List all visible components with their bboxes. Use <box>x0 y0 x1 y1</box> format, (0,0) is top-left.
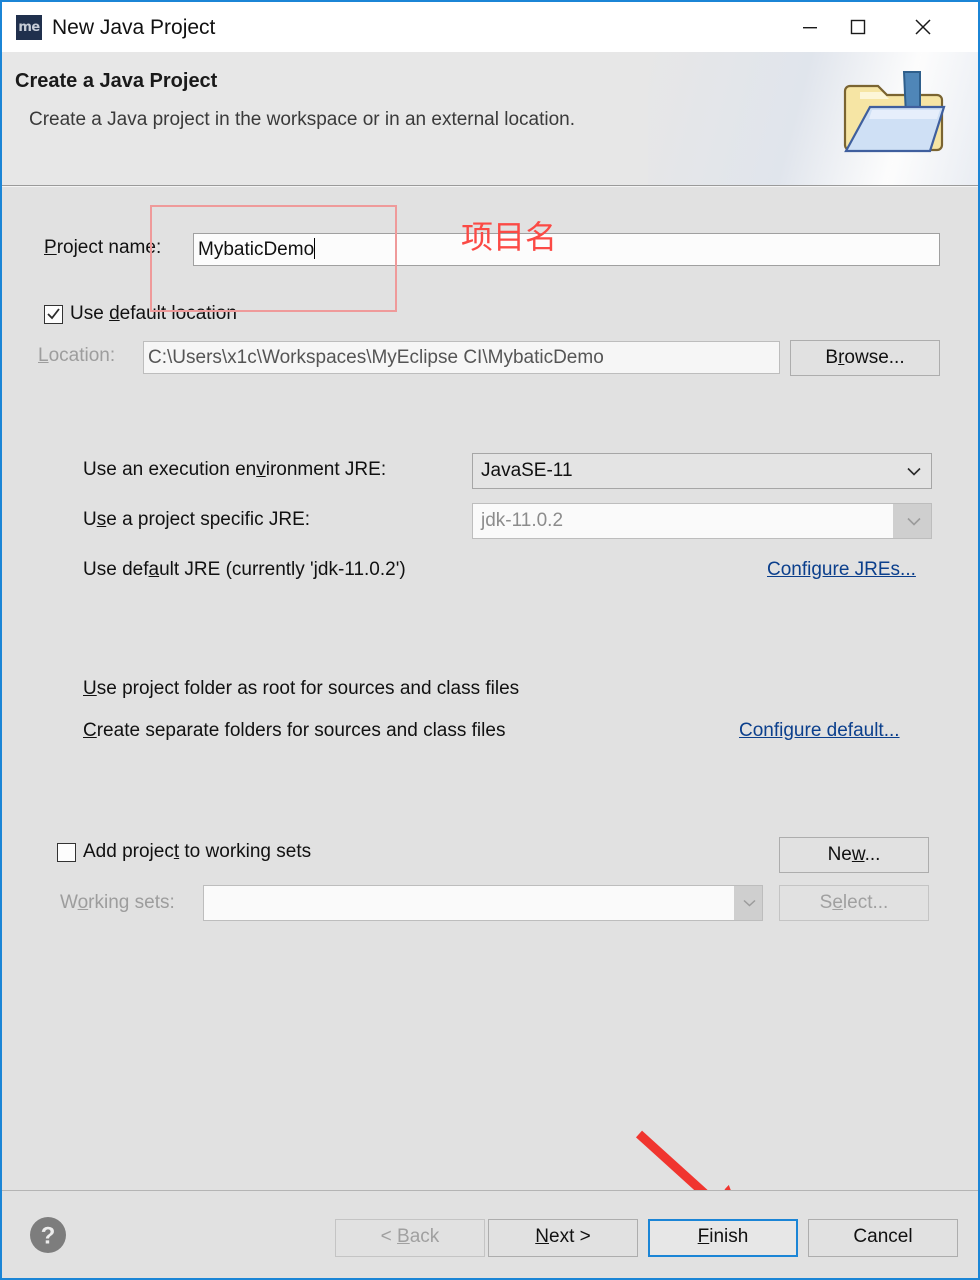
dialog-body: Project name: MybaticDemo Use default lo… <box>2 187 978 1190</box>
project-name-input[interactable]: MybaticDemo <box>193 233 940 266</box>
new-java-project-dialog: me New Java Project Create a Java Projec… <box>0 0 980 1280</box>
add-project-to-working-sets-checkbox[interactable] <box>57 843 76 862</box>
wizard-header: Create a Java Project Create a Java proj… <box>2 52 978 185</box>
project-name-label: Project name: <box>44 237 162 258</box>
minimize-button[interactable] <box>786 2 834 52</box>
window-title: New Java Project <box>52 16 216 39</box>
project-name-annotation-text: 项目名 <box>461 218 558 256</box>
close-icon <box>915 19 931 35</box>
close-button[interactable] <box>892 2 954 52</box>
maximize-button[interactable] <box>834 2 882 52</box>
maximize-icon <box>850 19 866 35</box>
new-working-set-button[interactable]: New... <box>779 837 929 873</box>
select-working-set-button[interactable]: Select... <box>779 885 929 921</box>
use-default-location-checkbox[interactable] <box>44 305 63 324</box>
back-button[interactable]: < Back <box>335 1219 485 1257</box>
title-bar: me New Java Project <box>2 2 978 52</box>
footer-divider <box>2 1190 978 1191</box>
next-button[interactable]: Next > <box>488 1219 638 1257</box>
page-title: Create a Java Project <box>15 70 218 92</box>
location-label: Location: <box>38 345 116 366</box>
svg-text:?: ? <box>41 1223 56 1250</box>
add-project-to-working-sets-label: Add project to working sets <box>83 841 312 862</box>
working-sets-combo[interactable] <box>203 885 763 921</box>
chevron-down-icon <box>743 886 756 920</box>
use-default-location-label: Use default location <box>70 303 237 324</box>
help-icon: ? <box>30 1217 66 1253</box>
help-button[interactable]: ? <box>29 1216 67 1259</box>
checkmark-icon <box>47 308 60 320</box>
chevron-down-icon <box>907 454 921 488</box>
app-icon: me <box>16 15 42 40</box>
working-sets-label: Working sets: <box>60 892 175 913</box>
default-jre-label: Use default JRE (currently 'jdk-11.0.2') <box>83 559 406 580</box>
location-input[interactable]: C:\Users\x1c\Workspaces\MyEclipse CI\Myb… <box>143 341 780 374</box>
execution-env-jre-label: Use an execution environment JRE: <box>83 459 387 480</box>
execution-env-jre-combo[interactable]: JavaSE-11 <box>472 453 932 489</box>
browse-button[interactable]: Browse... <box>790 340 940 376</box>
execution-env-jre-value: JavaSE-11 <box>481 460 573 481</box>
project-specific-jre-combo[interactable]: jdk-11.0.2 <box>472 503 932 539</box>
text-caret <box>314 238 316 259</box>
configure-jres-link[interactable]: Configure JREs... <box>767 559 916 581</box>
minimize-icon <box>803 27 817 29</box>
cancel-button[interactable]: Cancel <box>808 1219 958 1257</box>
project-specific-jre-label: Use a project specific JRE: <box>83 509 311 530</box>
project-name-value: MybaticDemo <box>198 239 315 260</box>
separate-folders-label: Create separate folders for sources and … <box>83 720 506 741</box>
finish-button[interactable]: Finish <box>648 1219 798 1257</box>
configure-default-link[interactable]: Configure default... <box>739 720 900 742</box>
project-specific-jre-value: jdk-11.0.2 <box>481 510 564 531</box>
page-subtitle: Create a Java project in the workspace o… <box>29 109 576 130</box>
chevron-down-icon <box>907 504 921 538</box>
java-project-folder-icon <box>842 64 952 164</box>
project-folder-root-label: Use project folder as root for sources a… <box>83 678 520 699</box>
